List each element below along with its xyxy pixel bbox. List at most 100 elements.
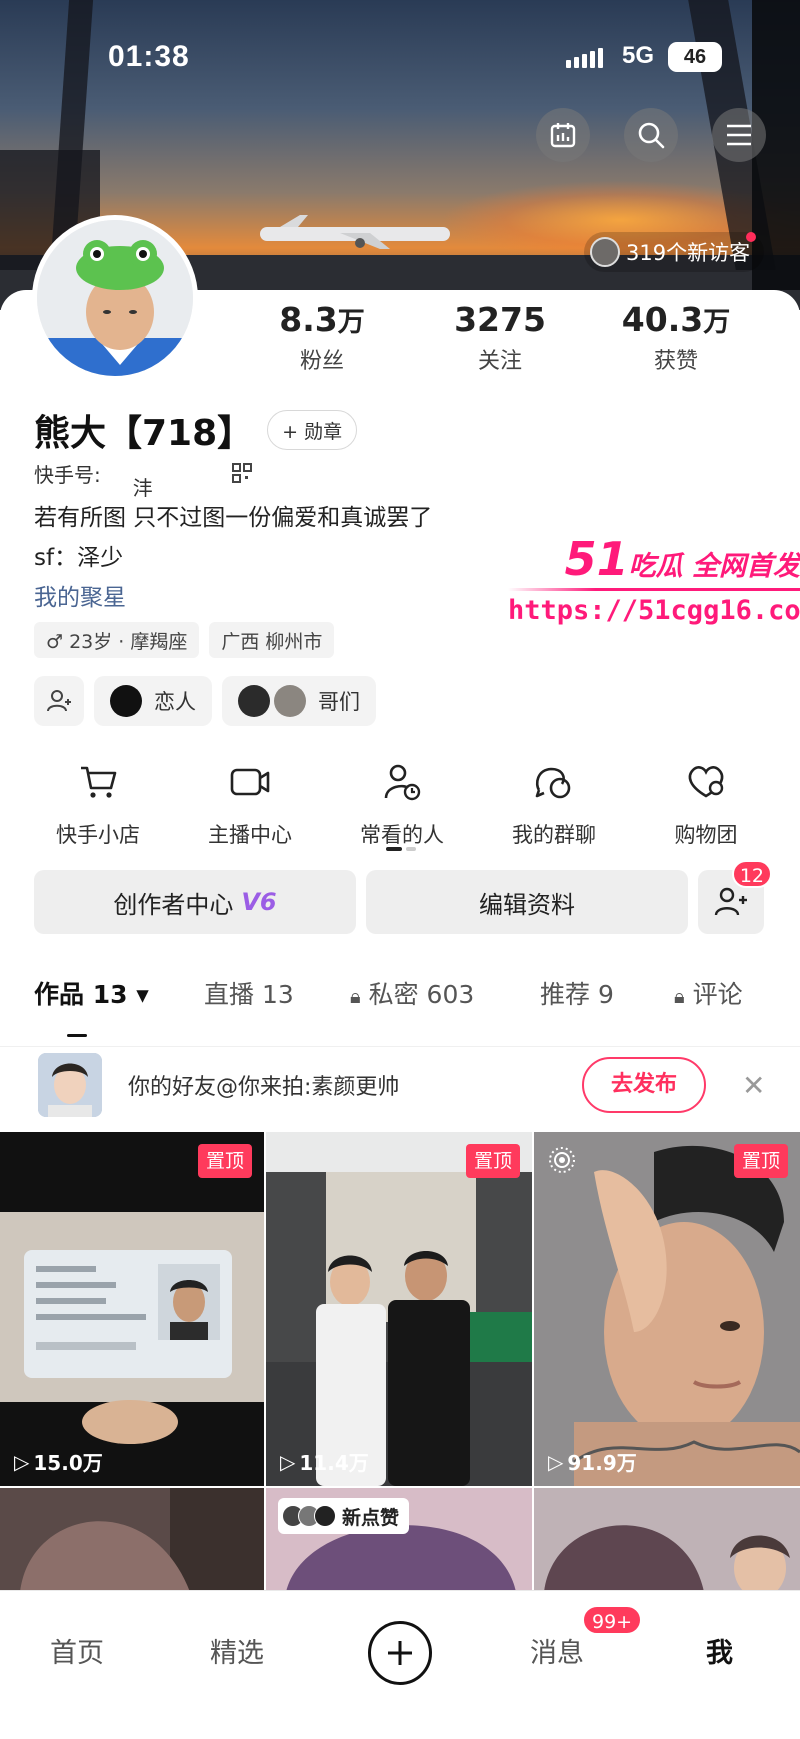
video-card[interactable] xyxy=(534,1488,800,1592)
video-card[interactable]: 置顶 ▷ 91.9万 xyxy=(534,1132,800,1486)
tab-comments[interactable]: 🔒︎ 评论 xyxy=(674,975,743,1011)
qr-code-icon[interactable] xyxy=(231,462,253,484)
frequent-viewed-entry[interactable]: 常看的人 xyxy=(326,757,478,849)
publish-button[interactable]: 去发布 xyxy=(582,1057,706,1113)
buddy-avatar xyxy=(274,685,306,717)
camera-icon xyxy=(230,768,270,796)
shopping-group-entry[interactable]: 购物团 xyxy=(630,757,782,849)
calendar-button[interactable] xyxy=(536,108,590,162)
relations-row: 恋人 哥们 xyxy=(34,676,376,726)
watermark-brand-num: 51 xyxy=(564,532,629,586)
relation-lover[interactable]: 恋人 xyxy=(94,676,212,726)
video-card[interactable]: 置顶 ▷ 15.0万 xyxy=(0,1132,264,1486)
profile-actions: 创作者中心 V6 编辑资料 12 xyxy=(34,860,772,934)
live-photo-icon xyxy=(549,1147,575,1173)
video-thumbnail xyxy=(266,1132,532,1486)
play-icon: ▷ xyxy=(280,1449,296,1474)
heart-bag-icon xyxy=(688,766,724,798)
network-type: 5G xyxy=(622,42,655,69)
nav-me[interactable]: 我 xyxy=(706,1631,733,1670)
battery-icon: 46 xyxy=(668,42,722,72)
play-count: ▷ 91.9万 xyxy=(548,1449,637,1476)
new-like-badge: 新点赞 xyxy=(278,1498,410,1534)
hamburger-menu-icon xyxy=(727,124,751,146)
nav-featured[interactable]: 精选 xyxy=(210,1631,264,1670)
fans-label: 粉丝 xyxy=(299,349,344,374)
quick-actions: 快手小店 主播中心 常看的人 我的群聊 购物团 xyxy=(0,757,800,849)
pinned-badge: 置顶 xyxy=(733,1144,788,1178)
person-clock-icon xyxy=(384,764,421,801)
add-relation-button[interactable] xyxy=(34,676,84,726)
lover-avatar xyxy=(110,685,142,717)
profile-name: 熊大【718】 xyxy=(34,413,254,454)
watermark-brand-text: 吃瓜 全网首发 xyxy=(628,551,800,582)
likes-label: 获赞 xyxy=(653,349,698,374)
profile-tags: ♂ 23岁 · 摩羯座 广西 柳州市 xyxy=(34,622,335,658)
friend-prompt-text: 你的好友@你来拍:素颜更帅 xyxy=(128,1075,400,1100)
group-chat-icon xyxy=(535,767,571,799)
relation-lover-label: 恋人 xyxy=(154,690,196,714)
shop-entry[interactable]: 快手小店 xyxy=(22,757,174,849)
create-post-button[interactable] xyxy=(368,1621,432,1685)
profile-avatar[interactable] xyxy=(32,215,198,381)
likes-stat[interactable]: 40.3万 获赞 xyxy=(586,300,766,375)
video-thumbnail xyxy=(534,1488,800,1592)
video-card[interactable] xyxy=(0,1488,264,1592)
juxing-link[interactable]: 我的聚星 xyxy=(34,578,126,612)
friend-avatar xyxy=(38,1053,102,1117)
pinned-badge: 置顶 xyxy=(197,1144,252,1178)
edit-profile-button[interactable]: 编辑资料 xyxy=(366,870,688,934)
kuaishou-id[interactable]: 快手号: 沣 xyxy=(34,458,253,500)
kuaishou-id-label: 快手号: xyxy=(34,462,101,487)
content-tabs: 作品 13 ▾ 直播 13 🔒︎ 私密 603 推荐 9 🔒︎ 评论 xyxy=(0,975,800,1035)
nav-messages[interactable]: 消息 xyxy=(530,1631,584,1670)
group-chat-entry[interactable]: 我的群聊 xyxy=(478,757,630,849)
watermark-url: https://51cgg16.com xyxy=(508,595,800,626)
streamer-center-entry[interactable]: 主播中心 xyxy=(174,757,326,849)
creator-level-badge: V6 xyxy=(241,888,277,916)
bio-line-2: sf：泽少 xyxy=(34,545,124,571)
relation-buddies[interactable]: 哥们 xyxy=(222,676,376,726)
video-thumbnail xyxy=(534,1132,800,1486)
add-friend-button[interactable]: 12 xyxy=(698,860,772,934)
plus-icon xyxy=(388,1641,412,1665)
medal-button[interactable]: + 勋章 xyxy=(267,410,358,450)
search-button[interactable] xyxy=(624,108,678,162)
bottom-navigation: 首页 精选 消息 99+ 我 xyxy=(0,1590,800,1739)
notification-dot xyxy=(746,232,757,242)
video-thumbnail xyxy=(0,1488,264,1592)
close-icon[interactable]: ✕ xyxy=(742,1069,765,1102)
messages-badge: 99+ xyxy=(582,1605,643,1635)
nav-home[interactable]: 首页 xyxy=(50,1631,104,1670)
quick-actions-pager xyxy=(386,847,416,851)
signal-icon xyxy=(566,46,603,68)
play-icon: ▷ xyxy=(14,1449,30,1474)
video-card[interactable]: 新点赞 xyxy=(266,1488,532,1592)
new-visitors-button[interactable]: 319个新访客 xyxy=(584,232,765,272)
search-icon xyxy=(638,122,665,149)
airplane-graphic xyxy=(260,215,450,249)
video-thumbnail xyxy=(0,1212,264,1444)
video-card[interactable]: 置顶 ▷ 11.4万 xyxy=(266,1132,532,1486)
following-stat[interactable]: 3275 关注 xyxy=(410,300,590,375)
fans-stat[interactable]: 8.3万 粉丝 xyxy=(232,300,412,375)
tab-live[interactable]: 直播 13 xyxy=(204,975,294,1011)
tab-private[interactable]: 🔒︎ 私密 603 xyxy=(350,975,474,1011)
video-grid: 置顶 ▷ 15.0万 置顶 ▷ 11.4万 置顶 ▷ 91.9万 新点赞 xyxy=(0,1132,800,1592)
add-person-icon xyxy=(47,690,71,712)
tab-works[interactable]: 作品 13 ▾ xyxy=(34,975,149,1011)
bio-line-1: 若有所图 只不过图一份偏爱和真诚罢了 xyxy=(34,505,433,531)
menu-button[interactable] xyxy=(712,108,766,162)
location-tag: 广西 柳州市 xyxy=(209,622,335,658)
play-count: ▷ 11.4万 xyxy=(280,1449,369,1476)
add-friend-count-badge: 12 xyxy=(731,860,772,888)
tab-recommend[interactable]: 推荐 9 xyxy=(540,975,614,1011)
play-count: ▷ 15.0万 xyxy=(14,1449,103,1476)
relation-buddies-label: 哥们 xyxy=(318,690,360,714)
creator-center-button[interactable]: 创作者中心 V6 xyxy=(34,870,356,934)
following-label: 关注 xyxy=(477,349,522,374)
visitor-avatar xyxy=(590,237,620,267)
status-time: 01:38 xyxy=(108,40,190,73)
liker-avatars xyxy=(282,1505,336,1527)
watermark: 51吃瓜 全网首发 https://51cgg16.com xyxy=(508,532,800,626)
